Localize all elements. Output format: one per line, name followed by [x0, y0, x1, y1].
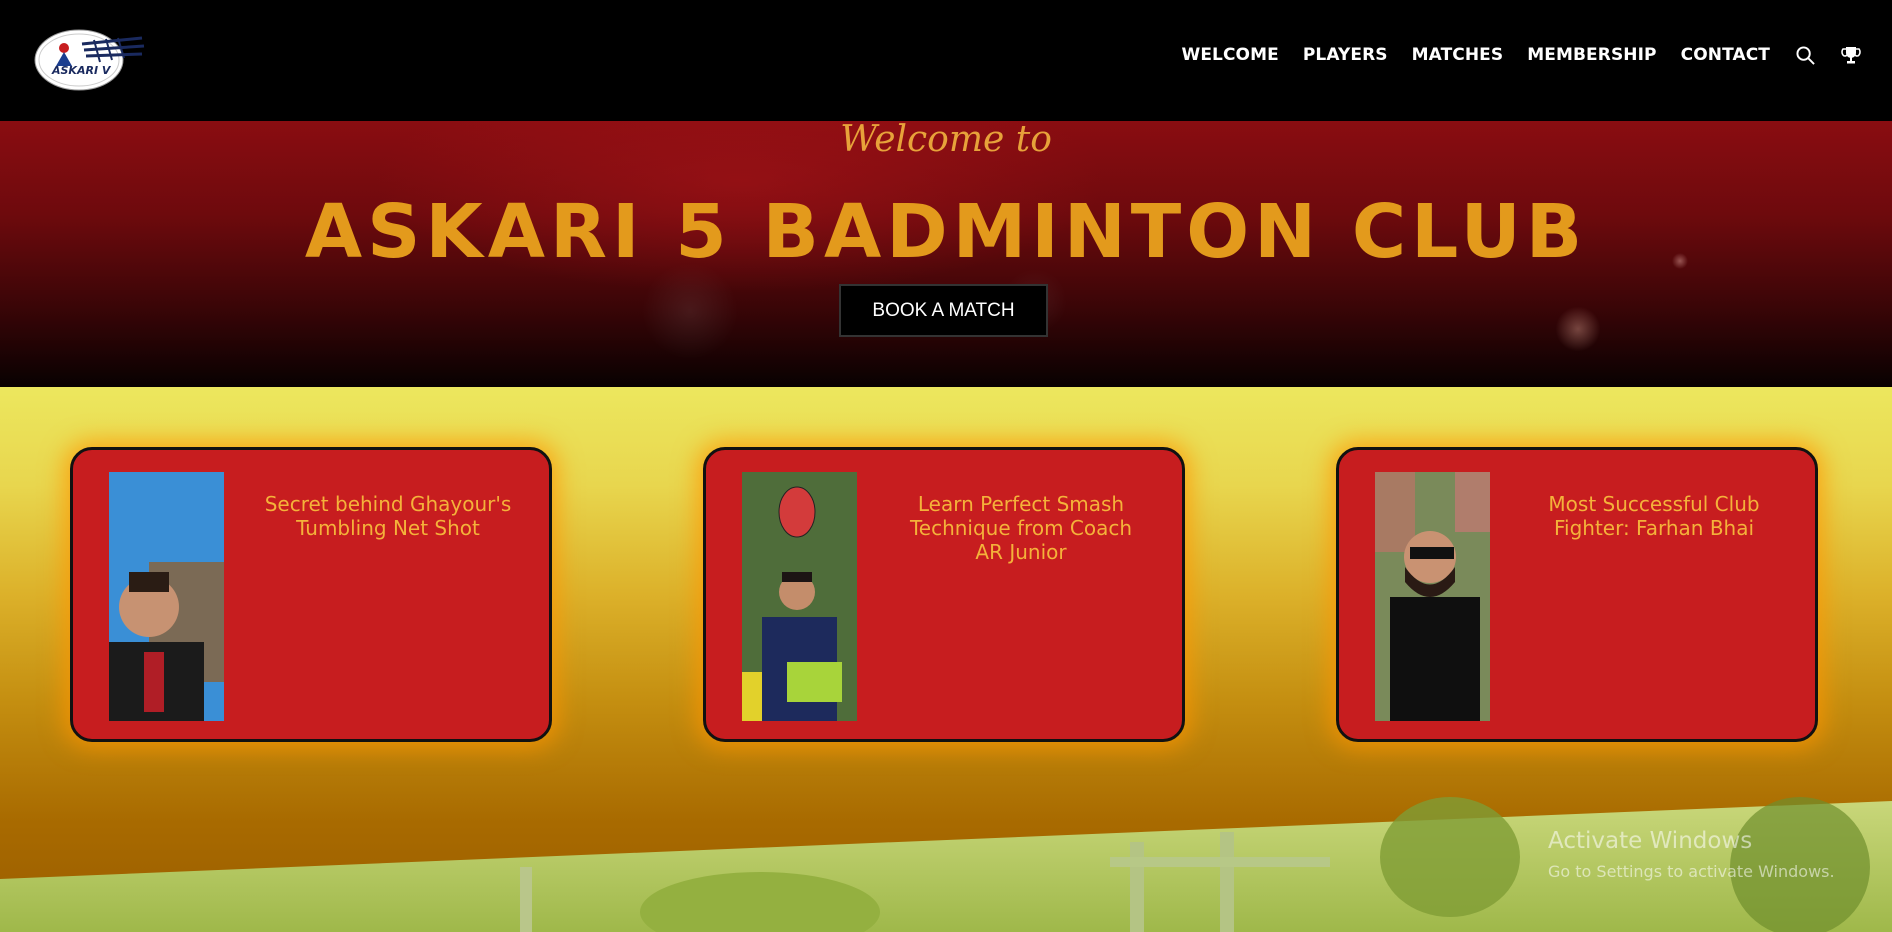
nav-welcome[interactable]: WELCOME	[1181, 45, 1278, 65]
hero-welcome-text: Welcome to	[840, 119, 1052, 160]
book-match-button[interactable]: BOOK A MATCH	[839, 284, 1048, 337]
logo-text: ASKARI V	[51, 64, 112, 77]
top-navbar: ASKARI V WELCOME PLAYERS MATCHES MEMBERS…	[0, 0, 1892, 121]
article-card[interactable]: Learn Perfect Smash Technique from Coach…	[703, 447, 1185, 742]
nav-contact[interactable]: CONTACT	[1681, 45, 1770, 65]
card-title[interactable]: Secret behind Ghayour's Tumbling Net Sho…	[263, 492, 513, 540]
nav-players[interactable]: PLAYERS	[1303, 45, 1388, 65]
main-nav: WELCOME PLAYERS MATCHES MEMBERSHIP CONTA…	[1157, 44, 1862, 66]
club-logo[interactable]: ASKARI V	[34, 26, 146, 92]
hero-title: ASKARI 5 BADMINTON CLUB	[304, 189, 1588, 275]
card-title[interactable]: Most Successful Club Fighter: Farhan Bha…	[1529, 492, 1779, 540]
card-player-photo	[109, 472, 224, 721]
watermark-subtitle: Go to Settings to activate Windows.	[1548, 862, 1835, 881]
nav-membership[interactable]: MEMBERSHIP	[1527, 45, 1656, 65]
trophy-icon[interactable]	[1840, 44, 1862, 66]
watermark-title: Activate Windows	[1548, 828, 1753, 854]
nav-matches[interactable]: MATCHES	[1412, 45, 1504, 65]
windows-activation-watermark: Activate Windows Go to Settings to activ…	[1548, 828, 1835, 881]
card-title[interactable]: Learn Perfect Smash Technique from Coach…	[896, 492, 1146, 564]
card-player-photo	[742, 472, 857, 721]
hero-banner: Welcome to ASKARI 5 BADMINTON CLUB BOOK …	[0, 119, 1892, 387]
article-card[interactable]: Secret behind Ghayour's Tumbling Net Sho…	[70, 447, 552, 742]
search-icon[interactable]	[1794, 44, 1816, 66]
card-player-photo	[1375, 472, 1490, 721]
article-card[interactable]: Most Successful Club Fighter: Farhan Bha…	[1336, 447, 1818, 742]
